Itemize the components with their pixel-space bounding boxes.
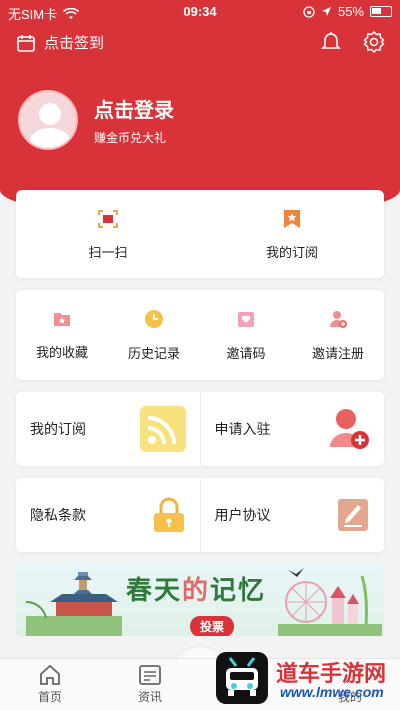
subscription-label: 我的订阅 (265, 244, 318, 260)
privacy-label: 隐私条款 (30, 507, 86, 523)
rss-icon (139, 406, 186, 452)
tab-news-label: 资讯 (137, 690, 162, 704)
folder-star-icon (54, 312, 70, 326)
privacy-agreement-card: 隐私条款 用户协议 (16, 478, 384, 552)
home-icon (40, 664, 60, 685)
tab-home[interactable]: 首页 (0, 659, 100, 710)
battery-percent: 55% (337, 4, 364, 19)
lock-rotation-icon (303, 5, 315, 18)
watermark-logo (216, 652, 268, 704)
login-prompt: 点击登录 (94, 100, 174, 122)
news-icon (139, 665, 161, 685)
location-icon (321, 7, 331, 16)
user-plus-icon (330, 409, 369, 449)
car-face-icon (226, 657, 258, 696)
favorites-button[interactable]: 我的收藏 (16, 290, 108, 380)
avatar (18, 90, 78, 150)
invite-code-button[interactable]: 邀请码 (200, 290, 292, 380)
login-profile[interactable]: 点击登录 赚金币兑大礼 (18, 90, 174, 150)
scan-button[interactable]: 扫一扫 (16, 190, 200, 278)
subscription-button[interactable]: 我的订阅 (200, 190, 384, 278)
tab-news[interactable]: 资讯 (100, 659, 200, 710)
gear-icon (363, 30, 385, 54)
bell-icon (321, 32, 341, 49)
watermark-url: www.lmwe.com (280, 684, 384, 700)
settings-button[interactable] (362, 30, 386, 59)
history-button[interactable]: 历史记录 (108, 290, 200, 380)
tab-home-label: 首页 (37, 690, 62, 704)
ferris-wheel-illustration (278, 576, 382, 636)
spring-memory-banner[interactable]: 春天的记忆 投票 (16, 562, 384, 636)
user-add-icon (330, 310, 347, 328)
notification-button[interactable] (320, 30, 342, 57)
scan-icon (98, 209, 118, 228)
watermark: 道车手游网 www.lmwe.com (216, 652, 396, 708)
lock-icon (153, 497, 184, 532)
apply-join-label: 申请入驻 (214, 421, 271, 437)
vote-button[interactable]: 投票 (190, 616, 235, 636)
agreement-row[interactable]: 用户协议 (201, 478, 385, 552)
document-edit-icon (338, 499, 368, 531)
top-bar: 点击签到 (0, 28, 400, 58)
my-subscription-label: 我的订阅 (30, 421, 86, 437)
pagoda-illustration (26, 572, 122, 636)
calendar-icon (17, 34, 35, 52)
agreement-label: 用户协议 (214, 507, 271, 523)
status-bar: 无SIM卡 09:34 55% (0, 0, 400, 24)
history-label: 历史记录 (127, 345, 180, 361)
subscription-apply-card: 我的订阅 申请入驻 (16, 392, 384, 466)
checkin-label: 点击签到 (44, 35, 105, 52)
apply-join-row[interactable]: 申请入驻 (201, 392, 385, 466)
banner-title: 春天的记忆 (126, 576, 267, 606)
invite-register-label: 邀请注册 (311, 345, 364, 361)
scan-label: 扫一扫 (88, 244, 128, 260)
my-subscription-row[interactable]: 我的订阅 (16, 392, 201, 466)
checkin-button[interactable]: 点击签到 (16, 32, 104, 53)
battery-icon (370, 6, 392, 17)
privacy-row[interactable]: 隐私条款 (16, 478, 201, 552)
feature-grid-card: 我的收藏 历史记录 邀请码 邀请注册 (16, 290, 384, 380)
clock-icon (145, 309, 163, 328)
bookmark-icon (284, 209, 300, 228)
login-subtitle: 赚金币兑大礼 (94, 131, 167, 145)
invite-register-button[interactable]: 邀请注册 (292, 290, 384, 380)
invite-code-label: 邀请码 (226, 345, 266, 361)
quick-actions-card: 扫一扫 我的订阅 (16, 190, 384, 278)
favorites-label: 我的收藏 (35, 344, 88, 360)
envelope-heart-icon (238, 311, 254, 327)
